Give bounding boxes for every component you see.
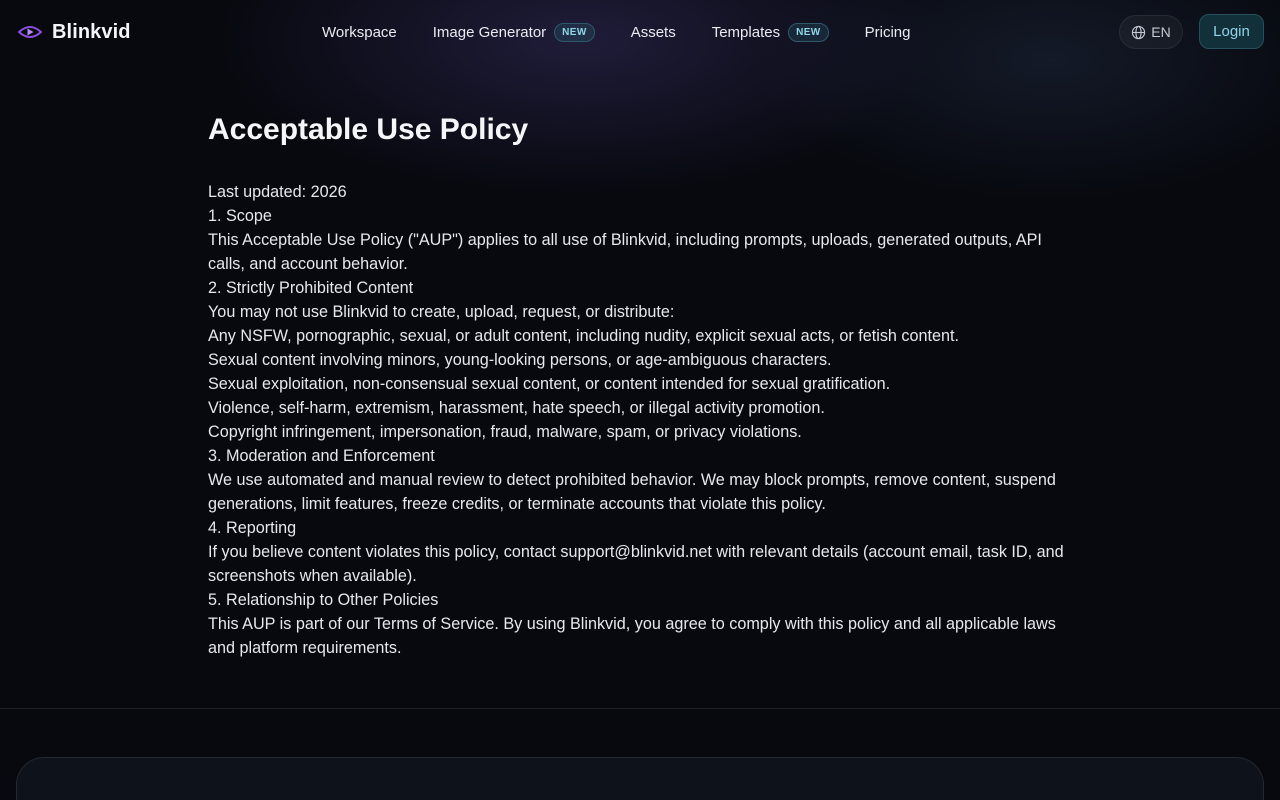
last-updated: Last updated: 2026 <box>208 183 347 201</box>
globe-icon <box>1131 25 1146 40</box>
policy-content: Acceptable Use Policy Last updated: 2026… <box>208 110 1080 660</box>
brand-home-link[interactable]: Blinkvid <box>18 20 131 44</box>
main-nav: Workspace Image Generator NEW Assets Tem… <box>322 20 946 44</box>
section-heading: 3. Moderation and Enforcement <box>208 447 435 465</box>
section-paragraph: This Acceptable Use Policy ("AUP") appli… <box>208 231 1042 273</box>
footer-card <box>16 757 1264 800</box>
nav-image-generator[interactable]: Image Generator NEW <box>432 22 595 42</box>
section-heading: 4. Reporting <box>208 519 297 537</box>
nav-assets[interactable]: Assets <box>631 24 676 41</box>
nav-workspace[interactable]: Workspace <box>322 24 397 41</box>
top-navbar: Blinkvid Workspace Image Generator NEW A… <box>0 0 1280 64</box>
nav-assets-label: Assets <box>630 23 676 41</box>
nav-image-generator-label: Image Generator <box>432 23 547 41</box>
list-item: Any NSFW, pornographic, sexual, or adult… <box>208 327 960 345</box>
new-badge: NEW <box>788 22 829 42</box>
list-item: Copyright infringement, impersonation, f… <box>208 423 802 441</box>
list-item: Violence, self-harm, extremism, harassme… <box>208 399 825 417</box>
nav-templates[interactable]: Templates NEW <box>711 22 829 42</box>
nav-templates-label: Templates <box>711 23 781 41</box>
section-heading: 5. Relationship to Other Policies <box>208 591 439 609</box>
list-item: Sexual content involving minors, young-l… <box>208 351 832 369</box>
section-heading: 1. Scope <box>208 207 272 225</box>
eye-play-logo-icon <box>18 23 42 41</box>
section-paragraph: We use automated and manual review to de… <box>208 471 1056 513</box>
nav-pricing-label: Pricing <box>864 23 911 41</box>
nav-workspace-label: Workspace <box>322 23 397 41</box>
policy-body: Last updated: 2026 1. Scope This Accepta… <box>208 180 1080 660</box>
section-heading: 2. Strictly Prohibited Content <box>208 279 414 297</box>
section-paragraph: You may not use Blinkvid to create, uplo… <box>208 303 675 321</box>
section-paragraph: If you believe content violates this pol… <box>208 543 1064 585</box>
new-badge: NEW <box>554 22 595 42</box>
language-selector[interactable]: EN <box>1119 15 1183 49</box>
list-item: Sexual exploitation, non-consensual sexu… <box>208 375 891 393</box>
section-paragraph: This AUP is part of our Terms of Service… <box>208 615 1056 657</box>
page-title: Acceptable Use Policy <box>208 113 529 146</box>
login-button[interactable]: Login <box>1199 14 1264 49</box>
brand-name: Blinkvid <box>52 20 131 43</box>
footer-divider <box>0 708 1280 709</box>
language-label: EN <box>1151 24 1171 40</box>
nav-pricing[interactable]: Pricing <box>865 24 911 41</box>
